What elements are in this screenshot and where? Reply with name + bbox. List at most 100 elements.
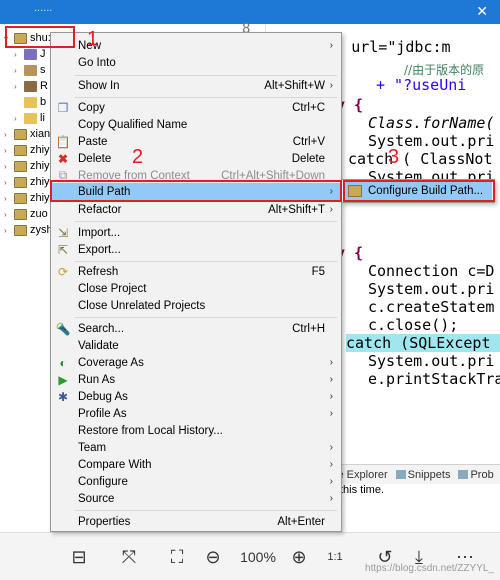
- snippets-icon: [395, 470, 406, 480]
- tree-item-label: zhiy: [30, 176, 50, 188]
- project-icon: [14, 192, 27, 204]
- expand-arrow-icon[interactable]: ›: [4, 146, 14, 155]
- run-icon: ▶: [58, 372, 68, 387]
- project-icon: [14, 208, 27, 220]
- zoom-level: 100%: [240, 549, 276, 565]
- project-icon: [14, 160, 27, 172]
- tree-item-project[interactable]: › zhiy: [4, 142, 50, 158]
- menu-item-restore-local-history[interactable]: Restore from Local History...: [51, 422, 341, 439]
- code-line: Class.forName(: [368, 114, 495, 132]
- menu-item-import[interactable]: ⇲ Import...: [51, 224, 341, 241]
- submenu-arrow-icon: ›: [329, 374, 333, 385]
- tree-item-label: b: [40, 96, 47, 108]
- library-icon: [24, 48, 37, 60]
- tree-item-label: zhiy: [30, 192, 50, 204]
- export-icon: ⇱: [57, 242, 69, 257]
- tree-item-project[interactable]: › zuo: [4, 206, 48, 222]
- menu-item-refresh[interactable]: ⟳ Refresh F5: [51, 263, 341, 280]
- menu-item-properties[interactable]: Properties Alt+Enter: [51, 513, 341, 530]
- tree-item-project[interactable]: › zysh: [4, 222, 53, 238]
- submenu-arrow-icon: ›: [329, 204, 333, 215]
- tree-item-label: li: [40, 112, 45, 124]
- expand-arrow-icon[interactable]: ›: [14, 50, 24, 59]
- menu-item-show-in[interactable]: Show In Alt+Shift+W ›: [51, 77, 341, 94]
- tree-item-label: J: [40, 48, 46, 60]
- tree-item-project[interactable]: › xian: [4, 126, 50, 142]
- menu-item-coverage-as[interactable]: ◐ Coverage As ›: [51, 354, 341, 371]
- menu-item-team[interactable]: Team ›: [51, 439, 341, 456]
- menu-item-export[interactable]: ⇱ Export...: [51, 241, 341, 258]
- expand-arrow-icon[interactable]: ›: [4, 178, 14, 187]
- title-partial: ......: [34, 2, 53, 14]
- context-menu: New › Go Into Show In Alt+Shift+W › ❐ Copy Ct…: [50, 32, 342, 532]
- submenu-arrow-icon: ›: [329, 408, 333, 419]
- expand-arrow-icon[interactable]: ›: [4, 226, 14, 235]
- code-line-highlighted: catch (SQLExcept: [346, 334, 500, 352]
- tree-item-project[interactable]: › zhiy: [4, 190, 50, 206]
- zoom-out-icon[interactable]: ⊖: [200, 545, 226, 569]
- tree-item-jre[interactable]: › J: [14, 46, 46, 62]
- close-icon[interactable]: ✕: [476, 3, 488, 20]
- menu-item-compare-with[interactable]: Compare With ›: [51, 456, 341, 473]
- actual-size-icon[interactable]: ⛶: [164, 545, 190, 569]
- submenu-arrow-icon: ›: [329, 80, 333, 91]
- code-line: catch ( ClassNot: [348, 150, 493, 168]
- menu-item-configure[interactable]: Configure ›: [51, 473, 341, 490]
- project-icon: [14, 224, 27, 236]
- project-icon: [14, 128, 27, 140]
- thumbnails-icon[interactable]: ⊟: [66, 545, 92, 569]
- menu-item-run-as[interactable]: ▶ Run As ›: [51, 371, 341, 388]
- code-line: Connection c=D: [368, 262, 495, 280]
- watermark: https://blog.csdn.net/ZZYYL_: [365, 563, 494, 574]
- zoom-in-icon[interactable]: ⊕: [286, 545, 312, 569]
- tree-item-label: xian: [30, 128, 51, 140]
- menu-item-validate[interactable]: Validate: [51, 337, 341, 354]
- menu-separator: [75, 75, 337, 76]
- menu-item-delete[interactable]: ✖ Delete Delete: [51, 150, 341, 167]
- expand-arrow-icon[interactable]: ›: [14, 66, 24, 75]
- search-icon: 🔦: [55, 321, 71, 336]
- menu-item-refactor[interactable]: Refactor Alt+Shift+T ›: [51, 201, 341, 218]
- code-line: System.out.pri: [368, 352, 495, 370]
- expand-arrow-icon[interactable]: ›: [4, 210, 14, 219]
- tab-problems[interactable]: Prob: [458, 469, 494, 481]
- tree-item-label: zhiy: [30, 160, 50, 172]
- menu-item-close-project[interactable]: Close Project: [51, 280, 341, 297]
- one-to-one-icon[interactable]: 1:1: [322, 545, 348, 569]
- menu-item-search[interactable]: 🔦 Search... Ctrl+H: [51, 320, 341, 337]
- menu-item-copy[interactable]: ❐ Copy Ctrl+C: [51, 99, 341, 116]
- menu-item-go-into[interactable]: Go Into: [51, 54, 341, 71]
- expand-arrow-icon[interactable]: ›: [4, 130, 14, 139]
- expand-arrow-icon[interactable]: ›: [4, 162, 14, 171]
- menu-item-close-unrelated-projects[interactable]: Close Unrelated Projects: [51, 297, 341, 314]
- tab-snippets[interactable]: Snippets: [395, 469, 450, 481]
- code-line: + "?useUni: [376, 76, 467, 94]
- menu-separator: [75, 317, 337, 318]
- refresh-icon: ⟳: [57, 264, 69, 279]
- copy-icon: ❐: [57, 100, 69, 115]
- menu-item-source[interactable]: Source ›: [51, 490, 341, 507]
- coverage-icon: ◐: [59, 355, 67, 370]
- folder-icon: [24, 112, 37, 124]
- tree-item-project[interactable]: › zhiy: [4, 174, 50, 190]
- submenu-arrow-icon: ›: [329, 357, 333, 368]
- menu-separator: [75, 261, 337, 262]
- fit-window-icon[interactable]: ⤧: [116, 545, 142, 569]
- tree-item-bin[interactable]: b: [14, 94, 46, 110]
- menu-item-debug-as[interactable]: ✱ Debug As ›: [51, 388, 341, 405]
- tree-item-project[interactable]: › zhiy: [4, 158, 50, 174]
- expand-arrow-icon[interactable]: ›: [4, 194, 14, 203]
- expand-arrow-icon[interactable]: ›: [14, 82, 24, 91]
- expand-arrow-icon[interactable]: ›: [14, 114, 24, 123]
- submenu-arrow-icon: ›: [329, 391, 333, 402]
- menu-item-profile-as[interactable]: Profile As ›: [51, 405, 341, 422]
- menu-item-copy-qualified-name[interactable]: Copy Qualified Name: [51, 116, 341, 133]
- console-message: this time.: [340, 484, 385, 496]
- tree-item-src[interactable]: › s: [14, 62, 46, 78]
- tree-item-lib[interactable]: › li: [14, 110, 45, 126]
- tree-item-referenced[interactable]: › R: [14, 78, 48, 94]
- menu-item-paste[interactable]: 📋 Paste Ctrl+V: [51, 133, 341, 150]
- code-line: c.close();: [368, 316, 459, 334]
- annotation-number-3: 3: [388, 146, 400, 168]
- code-line: System.out.pri: [368, 280, 495, 298]
